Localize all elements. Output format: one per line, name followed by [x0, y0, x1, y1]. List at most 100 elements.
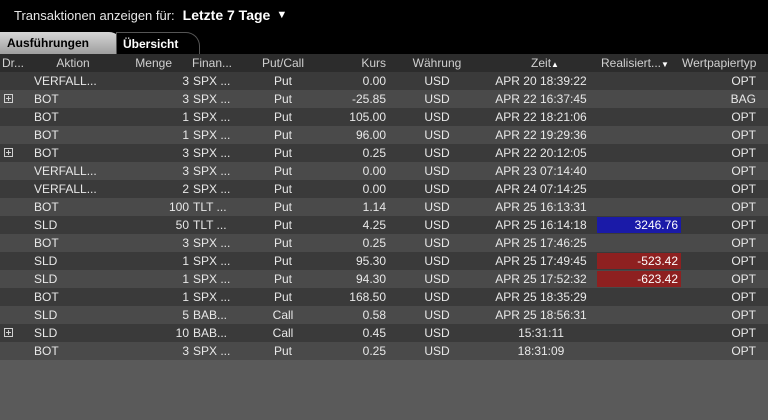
cell-menge: 1 — [182, 254, 189, 268]
cell-wertpapiertyp: OPT — [731, 272, 756, 286]
table-row[interactable]: BOT 100 TLT ... Put 1.14 USD APR 25 16:13:31 OP… — [0, 198, 768, 216]
table-row[interactable]: BOT 1 SPX ... Put 168.50 USD APR 25 18:35:29 OP… — [0, 288, 768, 306]
col-header-wertpapiertyp[interactable]: Wertpapiertyp — [682, 54, 768, 72]
cell-kurs: -25.85 — [351, 92, 386, 106]
cell-zeit: APR 25 16:14:18 — [495, 218, 587, 232]
expand-plus-icon[interactable] — [4, 94, 13, 103]
cell-realisiert-pl: 3246.76 — [597, 217, 681, 233]
cell-put-call: Call — [272, 326, 294, 340]
col-header-zeit-label: Zeit — [531, 56, 552, 70]
col-header-kurs[interactable]: Kurs — [330, 54, 386, 72]
cell-menge: 3 — [182, 344, 189, 358]
cell-wertpapiertyp: BAG — [730, 92, 756, 106]
cell-finanzinstrument: SPX ... — [193, 146, 231, 160]
cell-kurs: 96.00 — [355, 128, 386, 142]
table-row[interactable]: BOT 3 SPX ... Put -25.85 USD APR 22 16:37:45 BA… — [0, 90, 768, 108]
cell-finanzinstrument: SPX ... — [193, 110, 231, 124]
cell-waehrung: USD — [424, 182, 450, 196]
cell-zeit: APR 25 18:35:29 — [495, 290, 587, 304]
cell-kurs: 1.14 — [362, 200, 386, 214]
cell-put-call: Put — [273, 146, 292, 160]
col-header-finanz[interactable]: Finan... — [192, 54, 242, 72]
cell-menge: 1 — [182, 290, 189, 304]
table-row[interactable]: SLD 10 BAB... Call 0.45 USD 15:31:11 OPT — [0, 324, 768, 342]
table-row[interactable]: BOT 1 SPX ... Put 96.00 USD APR 22 19:29:36 OPT — [0, 126, 768, 144]
cell-put-call: Put — [273, 182, 292, 196]
col-header-putcall[interactable]: Put/Call — [254, 54, 312, 72]
table-row[interactable]: VERFALL... 3 SPX ... Put 0.00 USD APR 23 07:14… — [0, 162, 768, 180]
table-row[interactable]: BOT 3 SPX ... Put 0.25 USD 18:31:09 OPT — [0, 342, 768, 360]
table-row[interactable]: SLD 5 BAB... Call 0.58 USD APR 25 18:56:31 OPT — [0, 306, 768, 324]
cell-kurs: 0.25 — [362, 146, 386, 160]
col-header-realisiert-label: Realisiert... — [601, 56, 662, 70]
trades-table: Dr... Aktion Menge Finan... Put/Call Kur… — [0, 54, 768, 420]
cell-aktion: SLD — [34, 326, 58, 340]
cell-kurs: 0.25 — [362, 236, 386, 250]
table-row[interactable]: SLD 50 TLT ... Put 4.25 USD APR 25 16:14:18 OPT… — [0, 216, 768, 234]
sort-descending-icon: ▼ — [661, 60, 669, 69]
period-value: Letzte 7 Tage — [182, 7, 271, 23]
cell-menge: 1 — [182, 128, 189, 142]
cell-finanzinstrument: BAB... — [193, 326, 228, 340]
cell-zeit: APR 20 18:39:22 — [495, 74, 587, 88]
cell-zeit: APR 25 17:52:32 — [495, 272, 587, 286]
cell-aktion: BOT — [34, 200, 59, 214]
cell-zeit: APR 22 19:29:36 — [495, 128, 587, 142]
cell-zeit: 15:31:11 — [518, 326, 564, 340]
col-header-dr[interactable]: Dr... — [2, 54, 26, 72]
cell-menge: 10 — [175, 326, 189, 340]
cell-aktion: BOT — [34, 128, 59, 142]
col-header-aktion[interactable]: Aktion — [48, 54, 98, 72]
table-row[interactable]: BOT 3 SPX ... Put 0.25 USD APR 22 20:12:05 OPT — [0, 144, 768, 162]
table-row[interactable]: VERFALL... 2 SPX ... Put 0.00 USD APR 24 07:14… — [0, 180, 768, 198]
col-header-zeit[interactable]: Zeit▲ — [490, 54, 600, 72]
filter-label: Transaktionen anzeigen für: — [14, 7, 175, 23]
chevron-down-icon: ▼ — [276, 9, 288, 21]
table-row[interactable]: BOT 1 SPX ... Put 105.00 USD APR 22 18:21:06 OP… — [0, 108, 768, 126]
cell-waehrung: USD — [424, 110, 450, 124]
cell-aktion: VERFALL... — [34, 182, 97, 196]
cell-waehrung: USD — [424, 344, 450, 358]
cell-menge: 50 — [175, 218, 189, 232]
cell-menge: 2 — [182, 182, 189, 196]
cell-wertpapiertyp: OPT — [731, 182, 756, 196]
table-row[interactable]: SLD 1 SPX ... Put 95.30 USD APR 25 17:49:45 OPT… — [0, 252, 768, 270]
tab-ausfuehrungen[interactable]: Ausführungen — [0, 32, 123, 54]
cell-wertpapiertyp: OPT — [731, 200, 756, 214]
cell-kurs: 94.30 — [355, 272, 386, 286]
period-dropdown[interactable]: Letzte 7 Tage ▼ — [183, 7, 288, 23]
table-row[interactable]: SLD 1 SPX ... Put 94.30 USD APR 25 17:52:32 OPT… — [0, 270, 768, 288]
cell-aktion: SLD — [34, 254, 58, 268]
sort-ascending-icon: ▲ — [551, 60, 559, 69]
cell-waehrung: USD — [424, 164, 450, 178]
expand-plus-icon[interactable] — [4, 328, 13, 337]
cell-aktion: VERFALL... — [34, 164, 97, 178]
cell-waehrung: USD — [424, 74, 450, 88]
cell-aktion: BOT — [34, 146, 59, 160]
cell-waehrung: USD — [424, 128, 450, 142]
cell-kurs: 168.50 — [349, 290, 386, 304]
cell-menge: 3 — [182, 92, 189, 106]
table-row[interactable]: BOT 3 SPX ... Put 0.25 USD APR 25 17:46:25 OPT — [0, 234, 768, 252]
cell-zeit: APR 24 07:14:25 — [495, 182, 587, 196]
cell-zeit: 18:31:09 — [517, 344, 565, 358]
cell-kurs: 95.30 — [355, 254, 386, 268]
cell-zeit: APR 25 16:13:31 — [495, 200, 587, 214]
cell-menge: 3 — [182, 236, 189, 250]
cell-waehrung: USD — [424, 236, 450, 250]
col-header-waehrung[interactable]: Währung — [404, 54, 470, 72]
cell-wertpapiertyp: OPT — [731, 254, 756, 268]
cell-finanzinstrument: SPX ... — [193, 92, 231, 106]
cell-finanzinstrument: SPX ... — [193, 164, 231, 178]
expand-plus-icon[interactable] — [4, 148, 13, 157]
col-header-menge[interactable]: Menge — [124, 54, 172, 72]
tab-uebersicht[interactable]: Übersicht — [116, 32, 200, 54]
cell-put-call: Put — [273, 128, 292, 142]
cell-zeit: APR 22 16:37:45 — [495, 92, 587, 106]
cell-waehrung: USD — [424, 290, 450, 304]
cell-kurs: 105.00 — [349, 110, 386, 124]
cell-menge: 100 — [168, 200, 189, 214]
cell-menge: 3 — [182, 74, 189, 88]
col-header-realisiert[interactable]: Realisiert...▼ — [601, 54, 685, 72]
table-row[interactable]: VERFALL... 3 SPX ... Put 0.00 USD APR 20 18:39… — [0, 72, 768, 90]
